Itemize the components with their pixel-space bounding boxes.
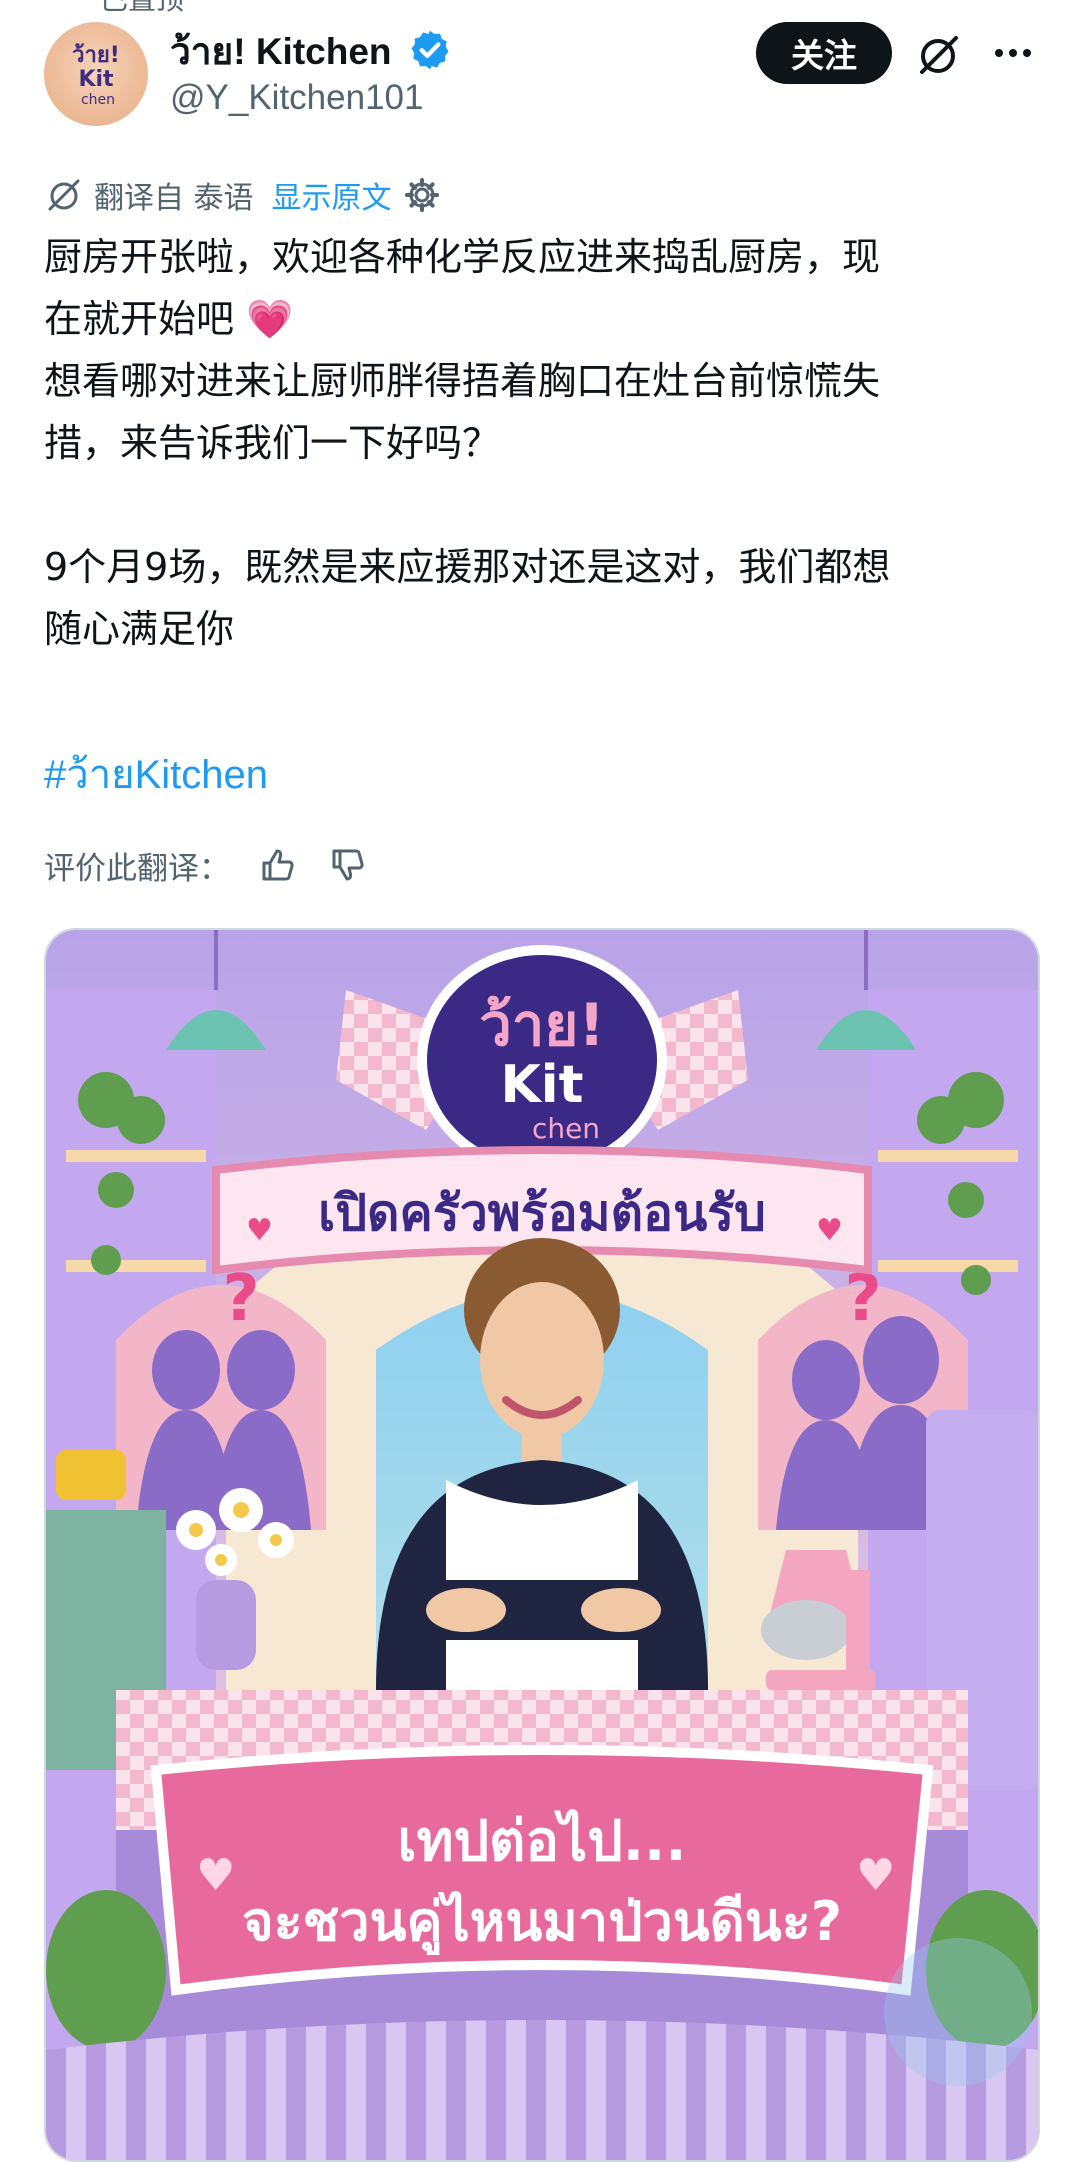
- svg-text:♥: ♥: [196, 1850, 235, 1901]
- floating-action-button[interactable]: [884, 1938, 1032, 2086]
- banner-bottom-line2: จะชวนคู่ไหนมาป่วนดีนะ?: [242, 1890, 842, 1955]
- promo-illustration: ? ? ว้าย! Kit chen เปิดครัวพร้อมต้อนรับ …: [46, 930, 1038, 2160]
- follow-button[interactable]: 关注: [756, 22, 892, 84]
- tweet-line: 随心满足你: [44, 607, 235, 651]
- thumbs-down-icon[interactable]: [326, 843, 370, 887]
- tweet-image[interactable]: ? ? ว้าย! Kit chen เปิดครัวพร้อมต้อนรับ …: [44, 928, 1040, 2162]
- svg-text:♥: ♥: [816, 1213, 843, 1248]
- tweet-line: 厨房开张啦，欢迎各种化学反应进来捣乱厨房，现: [44, 235, 881, 279]
- rate-translation-row: 评价此翻译：: [44, 840, 370, 890]
- translation-source: 翻译自 泰语: [94, 181, 254, 216]
- question-mark-left: ?: [222, 1262, 259, 1336]
- logo-line1: ว้าย!: [479, 991, 605, 1059]
- hashtag-link[interactable]: #ว้ายKitchen: [44, 742, 268, 806]
- show-original-link[interactable]: 显示原文: [272, 173, 392, 217]
- banner-bottom-line1: เทปต่อไป...: [397, 1808, 686, 1874]
- svg-text:♥: ♥: [856, 1850, 895, 1901]
- svg-text:♥: ♥: [246, 1213, 273, 1248]
- avatar[interactable]: ว้าย! Kit chen: [44, 22, 148, 126]
- rate-translation-label: 评价此翻译：: [44, 850, 230, 887]
- logo-line3: chen: [532, 1112, 600, 1145]
- tweet-text: 厨房开张啦，欢迎各种化学反应进来捣乱厨房，现 在就开始吧 💗 想看哪对进来让厨师…: [44, 226, 1034, 660]
- tweet-line: 措，来告诉我们一下好吗？: [44, 421, 501, 465]
- tweet-line: 9个月9场，既然是来应援那对还是这对，我们都想: [44, 545, 891, 589]
- banner-top-text: เปิดครัวพร้อมต้อนรับ: [318, 1184, 766, 1242]
- translate-icon: [48, 179, 80, 211]
- svg-text:chen: chen: [81, 92, 115, 108]
- tweet-line: 在就开始吧 💗: [44, 297, 294, 341]
- logo-line2: Kit: [501, 1055, 584, 1115]
- pinned-label: 已置顶: [100, 0, 184, 18]
- author-name[interactable]: ว้าย! Kitchen: [170, 22, 392, 81]
- more-options-icon[interactable]: [990, 30, 1036, 76]
- author-handle[interactable]: @Y_Kitchen101: [170, 78, 423, 118]
- svg-text:Kit: Kit: [78, 67, 114, 92]
- grok-icon[interactable]: [912, 28, 964, 80]
- translation-row: 翻译自 泰语 显示原文: [44, 172, 442, 218]
- svg-text:ว้าย!: ว้าย!: [72, 43, 120, 68]
- verified-badge-icon: [411, 30, 449, 70]
- thumbs-up-icon[interactable]: [256, 843, 300, 887]
- gear-icon[interactable]: [402, 175, 442, 215]
- tweet-line: 想看哪对进来让厨师胖得捂着胸口在灶台前惊慌失: [44, 359, 881, 403]
